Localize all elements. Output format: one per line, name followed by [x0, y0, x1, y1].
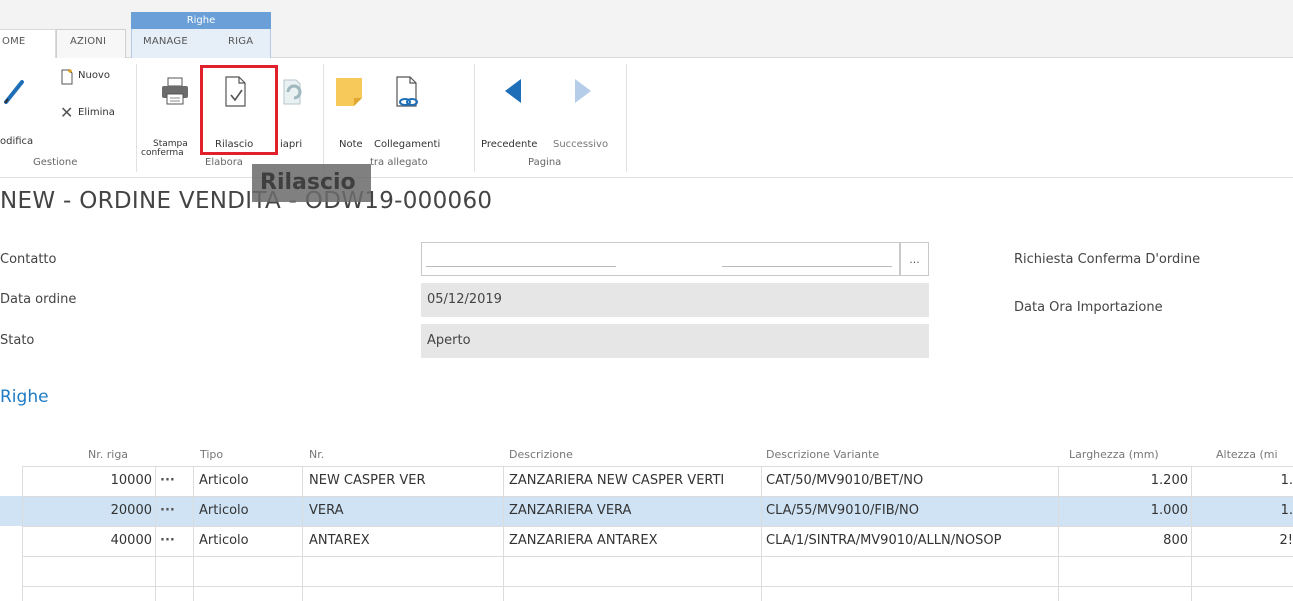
grid-line [503, 466, 504, 601]
cell-larghezza: 1.000 [1150, 503, 1188, 518]
cell-tipo: Articolo [199, 503, 249, 518]
grid-line [1191, 466, 1192, 601]
cell-nr-riga: 40000 [110, 533, 152, 548]
column-header-larghezza[interactable]: Larghezza (mm) [1069, 448, 1159, 461]
elimina-label: Elimina [78, 107, 115, 118]
precedente-button[interactable]: Precedente [481, 72, 545, 152]
contatto-input[interactable] [421, 242, 900, 276]
collegamenti-label: Collegamenti [374, 139, 441, 150]
nuovo-label: Nuovo [78, 70, 110, 81]
cell-descrizione-variante: CLA/55/MV9010/FIB/NO [766, 503, 919, 518]
grid-line [1058, 466, 1059, 601]
page-title: NEW - ORDINE VENDITA - ODW19-000060 [0, 188, 493, 214]
stato-field: Aperto [421, 324, 929, 358]
reopen-icon [283, 79, 302, 105]
column-header-tipo[interactable]: Tipo [200, 448, 223, 461]
separator [474, 64, 475, 172]
stampa-label-2: conferma [141, 148, 184, 158]
cell-descrizione-variante: CAT/50/MV9010/BET/NO [766, 473, 924, 488]
righe-section-title[interactable]: Righe [0, 387, 49, 407]
cell-altezza: 1. [1280, 473, 1293, 488]
cell-descrizione: ZANZARIERA VERA [509, 503, 632, 518]
rilascio-highlight-box [200, 65, 278, 155]
cell-larghezza: 1.200 [1150, 473, 1188, 488]
richiesta-conferma-label: Richiesta Conferma D'ordine [1014, 252, 1201, 267]
contextual-group-label: Righe [131, 12, 271, 29]
successivo-label: Successivo [553, 139, 609, 150]
stato-label: Stato [0, 333, 35, 348]
nuovo-button[interactable]: Nuovo [60, 68, 122, 86]
column-header-nr-riga[interactable]: Nr. riga [88, 448, 128, 461]
grid-line [22, 586, 1293, 587]
successivo-button[interactable]: Successivo [553, 72, 617, 152]
column-header-altezza[interactable]: Altezza (mi [1216, 448, 1278, 461]
cell-altezza: 1. [1280, 503, 1293, 518]
separator [626, 64, 627, 172]
cell-larghezza: 800 [1163, 533, 1188, 548]
note-button[interactable]: Note [330, 72, 368, 152]
modifica-label: odifica [0, 136, 34, 147]
contatto-label: Contatto [0, 252, 57, 267]
data-ora-importazione-label: Data Ora Importazione [1014, 300, 1163, 315]
stampa-conferma-button[interactable]: Stampa conferma [141, 72, 198, 158]
cell-tipo: Articolo [199, 533, 249, 548]
grid-line [22, 556, 1293, 557]
cell-nr-riga: 10000 [110, 473, 152, 488]
grid-line [22, 466, 23, 601]
cell-nr: VERA [309, 503, 344, 518]
row-menu-button[interactable]: ··· [160, 466, 190, 496]
cell-altezza: 2! [1279, 533, 1293, 548]
column-header-descrizione[interactable]: Descrizione [509, 448, 573, 461]
grid-line [193, 466, 194, 601]
group-label-gestione: Gestione [33, 157, 78, 168]
row-menu-button[interactable]: ··· [160, 496, 190, 526]
link-document-icon [396, 76, 418, 107]
tab-riga[interactable]: RIGA [228, 36, 253, 47]
tab-azioni[interactable]: AZIONI [70, 36, 106, 47]
cell-nr: ANTAREX [309, 533, 370, 548]
grid-line [302, 466, 303, 601]
delete-icon: ✕ [60, 103, 74, 122]
separator [323, 64, 324, 172]
grid-line [155, 466, 156, 601]
contatto-lookup-button[interactable]: ... [900, 242, 929, 276]
separator [136, 64, 137, 172]
group-label-pagina: Pagina [528, 157, 562, 168]
cell-descrizione-variante: CLA/1/SINTRA/MV9010/ALLN/NOSOP [766, 533, 1002, 548]
grid-line [22, 526, 1293, 527]
note-icon [336, 78, 362, 106]
note-label: Note [339, 139, 363, 150]
grid-line [22, 466, 1293, 467]
riapri-label: iapri [280, 139, 303, 150]
precedente-label: Precedente [481, 139, 538, 150]
column-header-descrizione-variante[interactable]: Descrizione Variante [766, 448, 879, 461]
cell-nr-riga: 20000 [110, 503, 152, 518]
cell-nr: NEW CASPER VER [309, 473, 426, 488]
arrow-right-icon [575, 79, 591, 103]
grid-line [22, 496, 1293, 497]
collegamenti-button[interactable]: Collegamenti [372, 72, 442, 152]
contatto-underline [722, 266, 892, 267]
pencil-icon [4, 80, 24, 104]
group-label-allegato: tra allegato [370, 157, 428, 168]
modifica-button[interactable]: odifica [0, 72, 34, 152]
column-header-nr[interactable]: Nr. [309, 448, 324, 461]
tab-home[interactable]: OME [2, 36, 25, 47]
group-label-elabora: Elabora [205, 157, 243, 168]
elimina-button[interactable]: ✕ Elimina [60, 103, 130, 123]
printer-icon [162, 77, 188, 105]
rilascio-tooltip: Rilascio [252, 164, 371, 202]
data-ordine-field: 05/12/2019 [421, 283, 929, 317]
grid-line [761, 466, 762, 601]
arrow-left-icon [505, 79, 521, 103]
cell-descrizione: ZANZARIERA ANTAREX [509, 533, 658, 548]
cell-descrizione: ZANZARIERA NEW CASPER VERTI [509, 473, 725, 488]
new-document-icon [61, 69, 73, 85]
contatto-underline [426, 266, 616, 267]
row-menu-button[interactable]: ··· [160, 526, 190, 556]
tab-manage[interactable]: MANAGE [143, 36, 188, 47]
data-ordine-label: Data ordine [0, 292, 77, 307]
cell-tipo: Articolo [199, 473, 249, 488]
